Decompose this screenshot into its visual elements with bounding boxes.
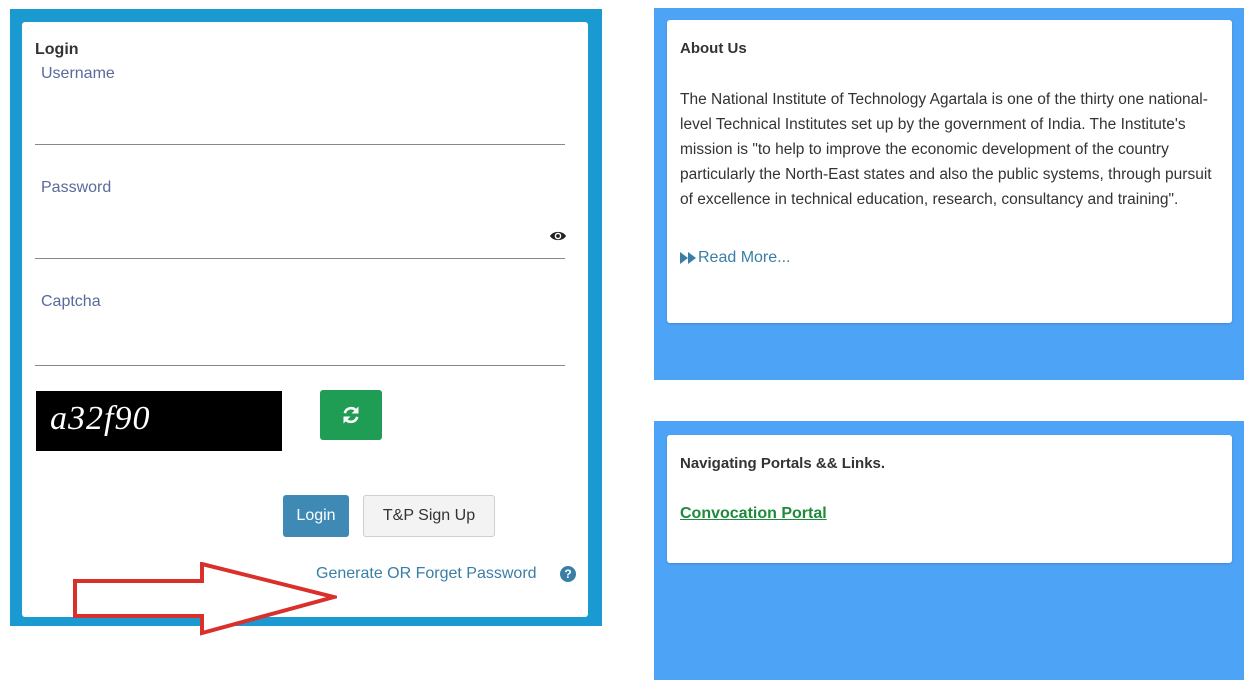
question-circle-icon[interactable]: ?: [560, 566, 576, 582]
captcha-label: Captcha: [41, 293, 101, 310]
login-card: Login Username Password Captcha a32f90 L…: [22, 22, 588, 636]
annotation-arrow: [73, 562, 337, 636]
captcha-code: a32f90: [50, 400, 151, 437]
captcha-input[interactable]: [41, 338, 541, 364]
about-title: About Us: [680, 40, 747, 57]
generate-forget-password-link[interactable]: Generate OR Forget Password: [316, 565, 537, 583]
username-label: Username: [41, 65, 115, 82]
portals-title: Navigating Portals && Links.: [680, 455, 886, 472]
about-card: About Us The National Institute of Techn…: [667, 20, 1232, 323]
password-label: Password: [41, 179, 112, 196]
login-button[interactable]: Login: [283, 495, 349, 537]
password-input[interactable]: [41, 230, 531, 256]
password-underline: [35, 258, 565, 259]
login-title: Login: [35, 41, 79, 58]
about-text: The National Institute of Technology Aga…: [680, 91, 1212, 208]
captcha-underline: [35, 365, 565, 366]
read-more-label: Read More...: [698, 249, 791, 266]
eye-icon[interactable]: [549, 229, 567, 243]
read-more-link[interactable]: Read More...: [680, 249, 790, 267]
refresh-captcha-button[interactable]: [320, 390, 382, 440]
fast-forward-icon: [680, 252, 696, 264]
login-panel: Login Username Password Captcha a32f90 L…: [10, 9, 602, 636]
tp-signup-button[interactable]: T&P Sign Up: [363, 495, 495, 537]
portals-card: Navigating Portals && Links. Convocation…: [667, 435, 1232, 563]
portals-panel: Navigating Portals && Links. Convocation…: [654, 421, 1244, 680]
about-panel: About Us The National Institute of Techn…: [654, 8, 1244, 380]
username-input[interactable]: [41, 118, 541, 144]
username-underline: [35, 144, 565, 145]
refresh-icon: [343, 406, 359, 424]
convocation-portal-link[interactable]: Convocation Portal: [680, 505, 827, 523]
captcha-image: a32f90: [36, 391, 282, 451]
